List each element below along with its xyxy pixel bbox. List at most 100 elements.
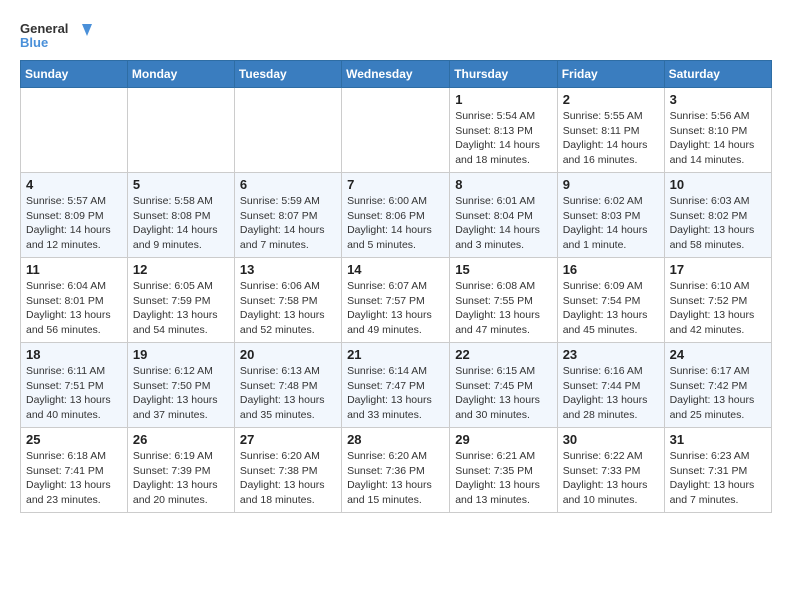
weekday-monday: Monday	[127, 61, 234, 88]
day-info: Sunrise: 6:11 AMSunset: 7:51 PMDaylight:…	[26, 364, 122, 423]
day-number: 3	[670, 92, 766, 107]
day-info: Sunrise: 6:22 AMSunset: 7:33 PMDaylight:…	[563, 449, 659, 508]
day-number: 21	[347, 347, 444, 362]
calendar-cell: 28Sunrise: 6:20 AMSunset: 7:36 PMDayligh…	[342, 428, 450, 513]
calendar-cell: 21 Sunrise: 6:14 AMSunset: 7:47 PMDayligh…	[342, 343, 450, 428]
weekday-saturday: Saturday	[664, 61, 771, 88]
day-info: Sunrise: 6:14 AMSunset: 7:47 PMDaylight:…	[347, 364, 444, 423]
day-number: 10	[670, 177, 766, 192]
calendar-cell: 29 Sunrise: 6:21 AMSunset: 7:35 PMDayligh…	[450, 428, 557, 513]
day-info: Sunrise: 6:20 AMSunset: 7:38 PMDaylight:…	[240, 449, 336, 508]
svg-text:General: General	[20, 21, 68, 36]
calendar-week-row: 25 Sunrise: 6:18 AMSunset: 7:41 PMDayligh…	[21, 428, 772, 513]
day-number: 11	[26, 262, 122, 277]
day-number: 8	[455, 177, 551, 192]
calendar-cell: 31Sunrise: 6:23 AMSunset: 7:31 PMDayligh…	[664, 428, 771, 513]
calendar-cell: 30 Sunrise: 6:22 AMSunset: 7:33 PMDayligh…	[557, 428, 664, 513]
calendar-cell: 24 Sunrise: 6:17 AMSunset: 7:42 PMDayligh…	[664, 343, 771, 428]
weekday-wednesday: Wednesday	[342, 61, 450, 88]
calendar-cell: 15Sunrise: 6:08 AMSunset: 7:55 PMDayligh…	[450, 258, 557, 343]
day-number: 4	[26, 177, 122, 192]
calendar-cell: 14 Sunrise: 6:07 AMSunset: 7:57 PMDayligh…	[342, 258, 450, 343]
day-number: 7	[347, 177, 444, 192]
day-info: Sunrise: 5:54 AMSunset: 8:13 PMDaylight:…	[455, 109, 551, 168]
day-number: 30	[563, 432, 659, 447]
day-info: Sunrise: 6:07 AMSunset: 7:57 PMDaylight:…	[347, 279, 444, 338]
calendar-cell: 23Sunrise: 6:16 AMSunset: 7:44 PMDayligh…	[557, 343, 664, 428]
day-number: 1	[455, 92, 551, 107]
calendar-cell: 3 Sunrise: 5:56 AMSunset: 8:10 PMDaylight…	[664, 88, 771, 173]
day-number: 29	[455, 432, 551, 447]
calendar-week-row: 4 Sunrise: 5:57 AMSunset: 8:09 PMDaylight…	[21, 173, 772, 258]
calendar-cell: 5Sunrise: 5:58 AMSunset: 8:08 PMDaylight…	[127, 173, 234, 258]
day-number: 12	[133, 262, 229, 277]
day-number: 17	[670, 262, 766, 277]
day-number: 26	[133, 432, 229, 447]
calendar-cell: 18 Sunrise: 6:11 AMSunset: 7:51 PMDayligh…	[21, 343, 128, 428]
day-number: 15	[455, 262, 551, 277]
calendar-cell	[342, 88, 450, 173]
day-info: Sunrise: 6:17 AMSunset: 7:42 PMDaylight:…	[670, 364, 766, 423]
calendar-cell: 1 Sunrise: 5:54 AMSunset: 8:13 PMDaylight…	[450, 88, 557, 173]
weekday-friday: Friday	[557, 61, 664, 88]
day-number: 14	[347, 262, 444, 277]
day-info: Sunrise: 6:09 AMSunset: 7:54 PMDaylight:…	[563, 279, 659, 338]
day-info: Sunrise: 6:05 AMSunset: 7:59 PMDaylight:…	[133, 279, 229, 338]
weekday-header-row: SundayMondayTuesdayWednesdayThursdayFrid…	[21, 61, 772, 88]
calendar-cell: 26 Sunrise: 6:19 AMSunset: 7:39 PMDayligh…	[127, 428, 234, 513]
calendar-cell: 4 Sunrise: 5:57 AMSunset: 8:09 PMDaylight…	[21, 173, 128, 258]
svg-text:Blue: Blue	[20, 35, 48, 50]
day-info: Sunrise: 6:04 AMSunset: 8:01 PMDaylight:…	[26, 279, 122, 338]
day-number: 19	[133, 347, 229, 362]
calendar-header: SundayMondayTuesdayWednesdayThursdayFrid…	[21, 61, 772, 88]
day-info: Sunrise: 6:00 AMSunset: 8:06 PMDaylight:…	[347, 194, 444, 253]
day-info: Sunrise: 5:56 AMSunset: 8:10 PMDaylight:…	[670, 109, 766, 168]
day-info: Sunrise: 6:12 AMSunset: 7:50 PMDaylight:…	[133, 364, 229, 423]
calendar-cell: 7 Sunrise: 6:00 AMSunset: 8:06 PMDaylight…	[342, 173, 450, 258]
day-number: 27	[240, 432, 336, 447]
day-info: Sunrise: 6:13 AMSunset: 7:48 PMDaylight:…	[240, 364, 336, 423]
calendar-week-row: 11 Sunrise: 6:04 AMSunset: 8:01 PMDayligh…	[21, 258, 772, 343]
calendar-cell: 19 Sunrise: 6:12 AMSunset: 7:50 PMDayligh…	[127, 343, 234, 428]
day-info: Sunrise: 6:06 AMSunset: 7:58 PMDaylight:…	[240, 279, 336, 338]
day-number: 22	[455, 347, 551, 362]
day-info: Sunrise: 6:03 AMSunset: 8:02 PMDaylight:…	[670, 194, 766, 253]
calendar-week-row: 1 Sunrise: 5:54 AMSunset: 8:13 PMDaylight…	[21, 88, 772, 173]
day-info: Sunrise: 6:01 AMSunset: 8:04 PMDaylight:…	[455, 194, 551, 253]
day-number: 18	[26, 347, 122, 362]
day-number: 24	[670, 347, 766, 362]
day-info: Sunrise: 6:16 AMSunset: 7:44 PMDaylight:…	[563, 364, 659, 423]
weekday-sunday: Sunday	[21, 61, 128, 88]
day-number: 9	[563, 177, 659, 192]
calendar-cell: 16Sunrise: 6:09 AMSunset: 7:54 PMDayligh…	[557, 258, 664, 343]
calendar-cell: 22 Sunrise: 6:15 AMSunset: 7:45 PMDayligh…	[450, 343, 557, 428]
page-header: GeneralBlue	[20, 20, 772, 50]
day-number: 5	[133, 177, 229, 192]
day-info: Sunrise: 6:02 AMSunset: 8:03 PMDaylight:…	[563, 194, 659, 253]
day-info: Sunrise: 6:15 AMSunset: 7:45 PMDaylight:…	[455, 364, 551, 423]
day-info: Sunrise: 6:23 AMSunset: 7:31 PMDaylight:…	[670, 449, 766, 508]
day-number: 20	[240, 347, 336, 362]
day-info: Sunrise: 5:57 AMSunset: 8:09 PMDaylight:…	[26, 194, 122, 253]
weekday-thursday: Thursday	[450, 61, 557, 88]
calendar-cell: 8 Sunrise: 6:01 AMSunset: 8:04 PMDaylight…	[450, 173, 557, 258]
calendar-week-row: 18 Sunrise: 6:11 AMSunset: 7:51 PMDayligh…	[21, 343, 772, 428]
day-info: Sunrise: 5:55 AMSunset: 8:11 PMDaylight:…	[563, 109, 659, 168]
day-number: 25	[26, 432, 122, 447]
calendar-cell: 13Sunrise: 6:06 AMSunset: 7:58 PMDayligh…	[234, 258, 341, 343]
logo: GeneralBlue	[20, 20, 100, 50]
day-info: Sunrise: 6:18 AMSunset: 7:41 PMDaylight:…	[26, 449, 122, 508]
calendar-table: SundayMondayTuesdayWednesdayThursdayFrid…	[20, 60, 772, 513]
calendar-cell	[234, 88, 341, 173]
calendar-body: 1 Sunrise: 5:54 AMSunset: 8:13 PMDaylight…	[21, 88, 772, 513]
calendar-cell: 25 Sunrise: 6:18 AMSunset: 7:41 PMDayligh…	[21, 428, 128, 513]
calendar-cell: 10 Sunrise: 6:03 AMSunset: 8:02 PMDayligh…	[664, 173, 771, 258]
day-info: Sunrise: 6:20 AMSunset: 7:36 PMDaylight:…	[347, 449, 444, 508]
day-number: 2	[563, 92, 659, 107]
weekday-tuesday: Tuesday	[234, 61, 341, 88]
calendar-cell: 9 Sunrise: 6:02 AMSunset: 8:03 PMDaylight…	[557, 173, 664, 258]
day-info: Sunrise: 6:21 AMSunset: 7:35 PMDaylight:…	[455, 449, 551, 508]
day-info: Sunrise: 6:19 AMSunset: 7:39 PMDaylight:…	[133, 449, 229, 508]
day-number: 6	[240, 177, 336, 192]
day-info: Sunrise: 5:59 AMSunset: 8:07 PMDaylight:…	[240, 194, 336, 253]
